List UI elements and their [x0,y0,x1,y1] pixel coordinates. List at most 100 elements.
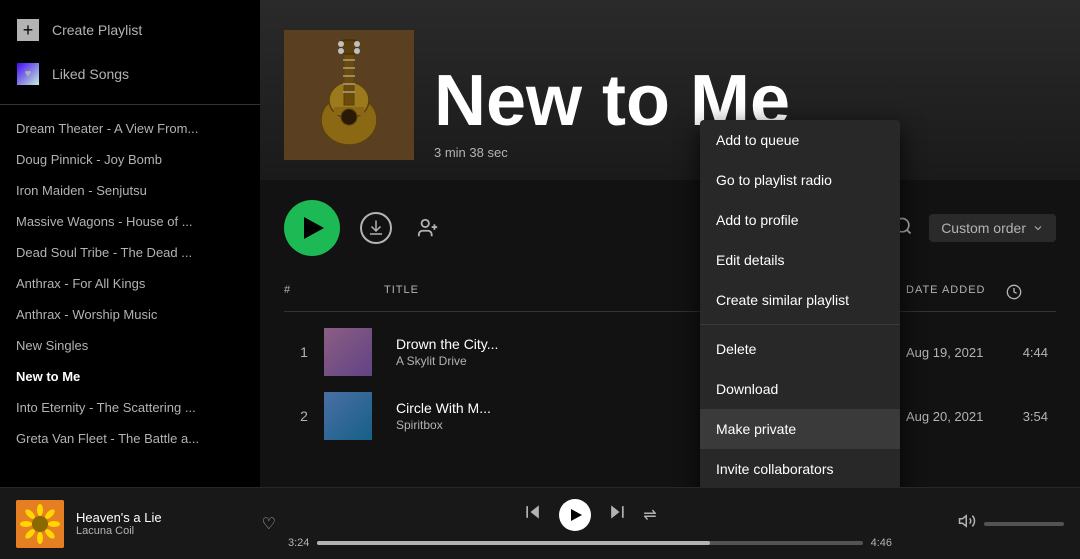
custom-order-label: Custom order [941,220,1026,236]
cover-image [284,30,414,160]
col-duration [1006,284,1056,303]
playlist-cover [284,30,414,160]
sidebar-playlist-item[interactable]: New to Me [0,361,260,392]
sidebar-playlist-item[interactable]: Greta Van Fleet - The Battle a... [0,423,260,454]
track-number: 2 [284,408,324,424]
track-date: Aug 19, 2021 [906,345,1006,360]
table-row[interactable]: 1 Drown the City... A Skylit Drive ...he… [284,320,1056,384]
volume-bar[interactable] [984,522,1064,526]
context-menu: Add to queue Go to playlist radio Add to p… [700,120,900,487]
main-layout: + Create Playlist ♥ Liked Songs Dream Th… [0,0,1080,487]
track-details: Circle With M... Spiritbox [384,400,706,432]
sidebar-playlist-item[interactable]: Anthrax - For All Kings [0,268,260,299]
track-duration: 4:44 [1006,345,1056,360]
playlist-duration: 3 min 38 sec [434,145,508,160]
player-bar: Heaven's a Lie Lacuna Coil ♡ ⇌ [0,487,1080,559]
progress-fill [317,541,710,545]
track-artist: A Skylit Drive [396,354,706,368]
track-list: # TITLE DATE ADDED 1 Drown the City... A… [260,276,1080,487]
volume-icon [958,512,976,535]
context-menu-item-create-similar-playlist[interactable]: Create similar playlist [700,280,900,320]
playlist-header: New to Me 3 min 38 sec [260,0,1080,180]
track-name: Drown the City... [396,336,706,352]
sidebar-playlist-item[interactable]: Dream Theater - A View From... [0,113,260,144]
sidebar-top: + Create Playlist ♥ Liked Songs [0,0,260,105]
context-menu-label: Go to playlist radio [716,172,832,188]
context-menu-label: Add to profile [716,212,799,228]
track-list-header: # TITLE DATE ADDED [284,276,1056,312]
track-name: Circle With M... [396,400,706,416]
main-content: New to Me 3 min 38 sec [260,0,1080,487]
progress-bar[interactable]: 3:24 4:46 [288,537,892,549]
play-icon-small [571,509,582,521]
playlist-controls: Custom order [260,180,1080,276]
context-menu-divider [700,324,900,325]
progress-track[interactable] [317,541,862,545]
context-menu-label: Make private [716,421,796,437]
playlist-list: Dream Theater - A View From...Doug Pinni… [0,105,260,487]
player-controls: ⇌ 3:24 4:46 [288,499,892,549]
song-artist: Lacuna Coil [76,525,250,537]
context-menu-label: Delete [716,341,756,357]
track-thumbnail [324,392,372,440]
track-details: Drown the City... A Skylit Drive [384,336,706,368]
context-menu-item-add-to-queue[interactable]: Add to queue [700,120,900,160]
plus-icon: + [17,19,39,41]
context-menu-label: Create similar playlist [716,292,849,308]
song-name: Heaven's a Lie [76,510,250,525]
col-title: TITLE [384,284,706,303]
volume-controls [904,512,1064,535]
current-time: 3:24 [288,537,309,549]
context-menu-item-add-to-profile[interactable]: Add to profile [700,200,900,240]
context-menu-item-make-private[interactable]: Make private [700,409,900,449]
context-menu-item-go-to-playlist-radio[interactable]: Go to playlist radio [700,160,900,200]
track-artist: Spiritbox [396,418,706,432]
liked-songs-label: Liked Songs [52,66,129,82]
track-number: 1 [284,344,324,360]
skip-back-button[interactable] [523,502,543,527]
song-info: Heaven's a Lie Lacuna Coil [76,510,250,537]
play-button[interactable] [284,200,340,256]
liked-songs-button[interactable]: ♥ Liked Songs [0,52,260,96]
col-title-spacer [324,284,384,303]
col-num: # [284,284,324,303]
context-menu-item-delete[interactable]: Delete [700,329,900,369]
total-time: 4:46 [871,537,892,549]
sidebar-playlist-item[interactable]: Anthrax - Worship Music [0,299,260,330]
repeat-button[interactable]: ⇌ [643,505,656,525]
context-menu-label: Download [716,381,778,397]
context-menu-item-download[interactable]: Download [700,369,900,409]
track-date: Aug 20, 2021 [906,409,1006,424]
track-rows-container: 1 Drown the City... A Skylit Drive ...he… [284,320,1056,448]
create-playlist-label: Create Playlist [52,22,142,38]
custom-order-button[interactable]: Custom order [929,214,1056,242]
sidebar: + Create Playlist ♥ Liked Songs Dream Th… [0,0,260,487]
sidebar-playlist-item[interactable]: New Singles [0,330,260,361]
play-pause-button[interactable] [559,499,591,531]
like-button[interactable]: ♡ [262,514,276,534]
sidebar-playlist-item[interactable]: Dead Soul Tribe - The Dead ... [0,237,260,268]
heart-gradient-icon: ♥ [17,63,39,85]
table-row[interactable]: 2 Circle With M... Spiritbox ...th Me Au… [284,384,1056,448]
create-playlist-button[interactable]: + Create Playlist [0,8,260,52]
skip-forward-button[interactable] [607,502,627,527]
track-duration: 3:54 [1006,409,1056,424]
context-menu-item-invite-collaborators[interactable]: Invite collaborators [700,449,900,487]
controls-right: Custom order [893,214,1056,242]
sidebar-playlist-item[interactable]: Iron Maiden - Senjutsu [0,175,260,206]
control-buttons: ⇌ [523,499,656,531]
now-playing: Heaven's a Lie Lacuna Coil ♡ [16,500,276,548]
sidebar-playlist-item[interactable]: Doug Pinnick - Joy Bomb [0,144,260,175]
context-menu-label: Edit details [716,252,784,268]
context-menu-label: Invite collaborators [716,461,834,477]
col-date: DATE ADDED [906,284,1006,303]
add-user-button[interactable] [412,212,444,244]
liked-songs-icon: ♥ [16,62,40,86]
create-playlist-icon: + [16,18,40,42]
download-button[interactable] [360,212,392,244]
context-menu-item-edit-details[interactable]: Edit details [700,240,900,280]
play-icon [304,217,324,239]
sidebar-playlist-item[interactable]: Into Eternity - The Scattering ... [0,392,260,423]
sidebar-playlist-item[interactable]: Massive Wagons - House of ... [0,206,260,237]
context-menu-label: Add to queue [716,132,799,148]
